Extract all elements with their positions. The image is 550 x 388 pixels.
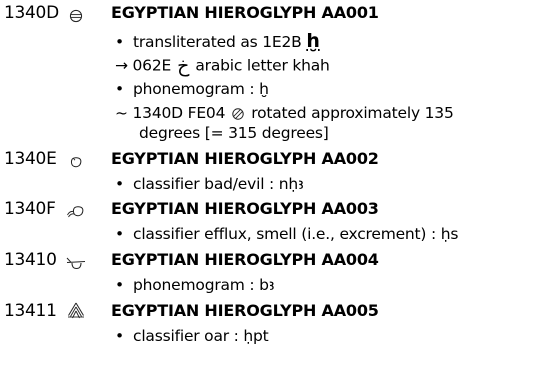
transliteration-line: • transliterated as 1E2B ḫ: [115, 30, 320, 52]
bullet: •: [115, 80, 124, 98]
classifier-line: • classifier efflux, smell (i.e., excreme…: [115, 225, 458, 243]
classifier-text: classifier oar : ḥpt: [133, 327, 269, 345]
hieroglyph-aa005-icon: [64, 300, 88, 324]
code-point: 13411: [4, 301, 57, 321]
character-name: EGYPTIAN HIEROGLYPH AA003: [111, 199, 379, 218]
variant-line: ~ 1340D FE04 rotated approximately 135: [115, 104, 454, 123]
classifier-line: • classifier bad/evil : nḥꜣ: [115, 175, 304, 193]
transliteration-char: ḫ: [306, 30, 320, 52]
variant-code: ~ 1340D FE04: [115, 104, 226, 122]
character-name: EGYPTIAN HIEROGLYPH AA001: [111, 3, 379, 22]
phonemogram-line: • phonemogram : bꜣ: [115, 276, 274, 294]
hieroglyph-aa004-icon: [64, 251, 88, 275]
hieroglyph-aa002-icon: [64, 150, 88, 174]
code-point: 1340F: [4, 199, 56, 219]
bullet: •: [115, 175, 124, 193]
character-name: EGYPTIAN HIEROGLYPH AA005: [111, 301, 379, 320]
hieroglyph-aa003-icon: [64, 200, 88, 224]
character-name: EGYPTIAN HIEROGLYPH AA002: [111, 149, 379, 168]
arabic-khah-glyph: خ: [177, 55, 190, 77]
code-point: 13410: [4, 250, 57, 270]
cross-reference-line: → 062E خ arabic letter khah: [115, 55, 330, 77]
bullet: •: [115, 327, 124, 345]
phonemogram-text: phonemogram : bꜣ: [133, 276, 275, 294]
variant-line-continued: degrees [= 315 degrees]: [139, 124, 329, 142]
rotated-aa001-icon: [231, 105, 245, 123]
bullet: •: [115, 225, 124, 243]
code-point: 1340E: [4, 149, 57, 169]
classifier-text: classifier efflux, smell (i.e., excremen…: [133, 225, 459, 243]
classifier-line: • classifier oar : ḥpt: [115, 327, 269, 345]
bullet: •: [115, 33, 124, 51]
phonemogram-text: phonemogram : ḫ: [133, 80, 269, 98]
classifier-text: classifier bad/evil : nḥꜣ: [133, 175, 304, 193]
hieroglyph-aa001-icon: [64, 4, 88, 28]
character-name: EGYPTIAN HIEROGLYPH AA004: [111, 250, 379, 269]
phonemogram-line: • phonemogram : ḫ: [115, 80, 269, 98]
bullet: •: [115, 276, 124, 294]
variant-text: rotated approximately 135: [251, 104, 454, 122]
cross-reference-label: arabic letter khah: [195, 56, 330, 75]
transliteration-text: transliterated as 1E2B: [133, 33, 302, 51]
cross-reference-code: → 062E: [115, 56, 172, 75]
code-point: 1340D: [4, 3, 59, 23]
